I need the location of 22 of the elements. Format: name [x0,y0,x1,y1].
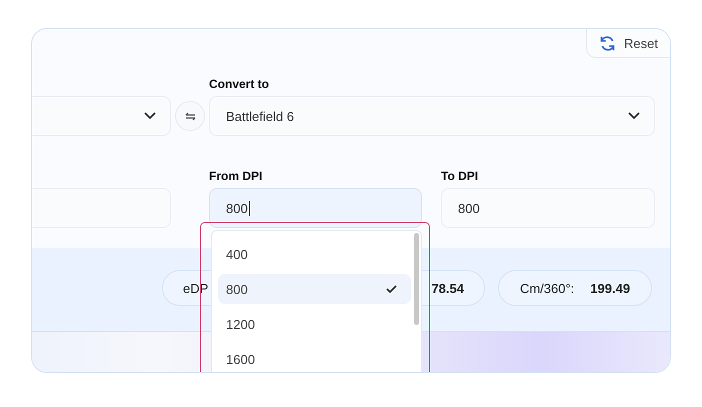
scrollbar-thumb[interactable] [414,233,419,325]
from-dpi-input[interactable]: 800 [209,188,422,228]
result-label: Cm/360°: [520,280,574,296]
dpi-option[interactable]: 1200 [218,309,411,339]
from-dpi-label: From DPI [209,169,264,185]
dpi-option[interactable]: 1600 [218,344,411,372]
convert-to-select[interactable]: Battlefield 6 [209,96,655,136]
reset-button[interactable]: Reset [586,29,670,58]
dpi-option[interactable]: 800 [218,274,411,304]
refresh-icon [599,34,616,52]
chevron-down-icon [628,112,640,120]
sensitivity-input[interactable] [32,188,171,228]
convert-to-label: Convert to [209,77,270,93]
to-dpi-label: To DPI [441,169,480,185]
dpi-option[interactable]: 400 [218,239,411,269]
to-dpi-input[interactable]: 800 [441,188,655,228]
result-value: 78.54 [431,280,464,296]
swap-button[interactable] [175,101,205,131]
chevron-down-icon [144,112,156,120]
result-value: 199.49 [590,280,630,296]
check-icon [386,285,397,293]
swap-icon [184,112,196,120]
